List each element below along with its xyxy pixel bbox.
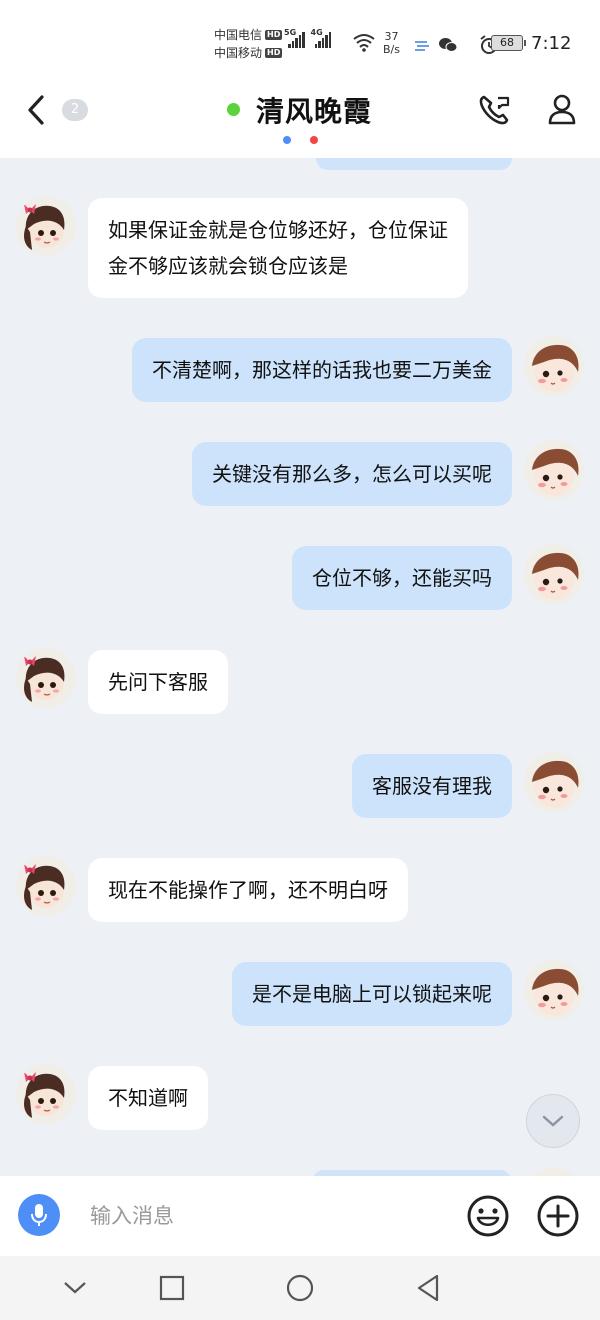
outgoing-message-bubble[interactable]: 不清楚啊，那这样的话我也要二万美金 xyxy=(132,338,512,402)
status-icons xyxy=(414,34,500,56)
clock: 7:12 xyxy=(531,33,572,54)
battery-indicator: 68 xyxy=(491,35,526,51)
nav-home-button[interactable] xyxy=(282,1270,318,1306)
message-text: 如果保证金就是仓位够还好，仓位保证 xyxy=(108,218,448,242)
unread-count-badge: 2 xyxy=(62,99,88,121)
speed-unit: B/s xyxy=(383,43,400,56)
scroll-to-bottom-button[interactable] xyxy=(526,1094,580,1148)
add-attachment-icon[interactable] xyxy=(536,1194,580,1238)
chat-message-list[interactable]: 如果保证金就是仓位够还好，仓位保证 金不够应该就会锁仓应该是不清楚啊，那这样的话我… xyxy=(0,158,600,1176)
contact-name[interactable]: 清风晚霞 xyxy=(256,90,372,130)
system-navigation-bar xyxy=(0,1256,600,1320)
nav-hide-keyboard-button[interactable] xyxy=(57,1270,93,1306)
hd-badge: HD xyxy=(265,30,283,40)
avatar-self[interactable] xyxy=(524,544,584,604)
data-transfer-icon xyxy=(415,41,429,51)
nav-back-button[interactable] xyxy=(410,1270,446,1306)
triangle-back-icon xyxy=(417,1274,439,1302)
incoming-message-bubble[interactable]: 如果保证金就是仓位够还好，仓位保证 金不够应该就会锁仓应该是 xyxy=(88,198,468,298)
outgoing-message-bubble[interactable]: 仓位不够，还能买吗 xyxy=(292,546,512,610)
partial-message-bubble xyxy=(316,158,512,170)
chevron-down-icon xyxy=(542,1115,564,1127)
chat-header: 2 清风晚霞 xyxy=(0,82,600,158)
incoming-message-bubble[interactable]: 不知道啊 xyxy=(88,1066,208,1130)
avatar-contact[interactable] xyxy=(16,196,76,256)
carrier-info: 中国电信 HD 中国移动 HD xyxy=(214,26,283,62)
hd-badge: HD xyxy=(265,48,283,58)
message-text: 客服没有理我 xyxy=(372,774,492,798)
message-text: 现在不能操作了啊，还不明白呀 xyxy=(108,878,388,902)
avatar-self[interactable] xyxy=(524,752,584,812)
signal-indicators: 5G 4G xyxy=(284,28,331,48)
avatar-self[interactable] xyxy=(524,440,584,500)
speed-value: 37 xyxy=(384,30,399,43)
net-type-label: 4G xyxy=(310,28,323,37)
avatar-outgoing-partial[interactable] xyxy=(524,1168,584,1176)
incoming-message-bubble[interactable]: 先问下客服 xyxy=(88,650,228,714)
nav-recents-button[interactable] xyxy=(154,1270,190,1306)
message-text: 金不够应该就会锁仓应该是 xyxy=(108,254,348,278)
square-icon xyxy=(159,1275,185,1301)
avatar-self[interactable] xyxy=(524,960,584,1020)
avatar-contact[interactable] xyxy=(16,648,76,708)
microphone-icon xyxy=(31,1204,47,1226)
net-type-label: 5G xyxy=(284,28,297,37)
page-dot xyxy=(283,136,291,144)
avatar-contact[interactable] xyxy=(16,1064,76,1124)
message-text: 先问下客服 xyxy=(108,670,208,694)
signal-4g-icon: 4G xyxy=(311,28,331,48)
online-status-dot xyxy=(227,103,240,116)
voice-input-button[interactable] xyxy=(18,1194,60,1236)
carrier-2-label: 中国移动 xyxy=(214,46,263,60)
chevron-down-icon xyxy=(64,1282,86,1294)
message-text: 仓位不够，还能买吗 xyxy=(312,566,492,590)
page-dot xyxy=(310,136,318,144)
signal-5g-icon: 5G xyxy=(284,28,305,48)
wifi-icon xyxy=(353,34,375,52)
phone-call-icon[interactable] xyxy=(476,92,514,128)
outgoing-message-bubble[interactable]: 是不是电脑上可以锁起来呢 xyxy=(232,962,512,1026)
message-text: 是不是电脑上可以锁起来呢 xyxy=(252,982,492,1006)
incoming-message-bubble[interactable]: 现在不能操作了啊，还不明白呀 xyxy=(88,858,408,922)
page-indicator xyxy=(283,136,318,144)
message-text: 不知道啊 xyxy=(108,1086,188,1110)
outgoing-message-bubble[interactable]: 客服没有理我 xyxy=(352,754,512,818)
carrier-1-label: 中国电信 xyxy=(214,28,263,42)
outgoing-message-bubble[interactable]: 关键没有那么多，怎么可以买呢 xyxy=(192,442,512,506)
message-input-bar xyxy=(0,1176,600,1256)
avatar-contact[interactable] xyxy=(16,856,76,916)
message-input[interactable] xyxy=(90,1196,450,1236)
profile-icon[interactable] xyxy=(546,92,578,128)
back-arrow-icon[interactable] xyxy=(22,92,52,128)
avatar-self[interactable] xyxy=(524,336,584,396)
message-text: 关键没有那么多，怎么可以买呢 xyxy=(212,462,492,486)
emoji-icon[interactable] xyxy=(466,1194,510,1238)
status-bar: 中国电信 HD 中国移动 HD 5G 4G 37 B/s 68 7:12 xyxy=(0,0,600,82)
circle-icon xyxy=(286,1274,314,1302)
network-speed: 37 B/s xyxy=(383,30,400,56)
wechat-icon xyxy=(439,38,458,52)
message-text: 不清楚啊，那这样的话我也要二万美金 xyxy=(152,358,492,382)
